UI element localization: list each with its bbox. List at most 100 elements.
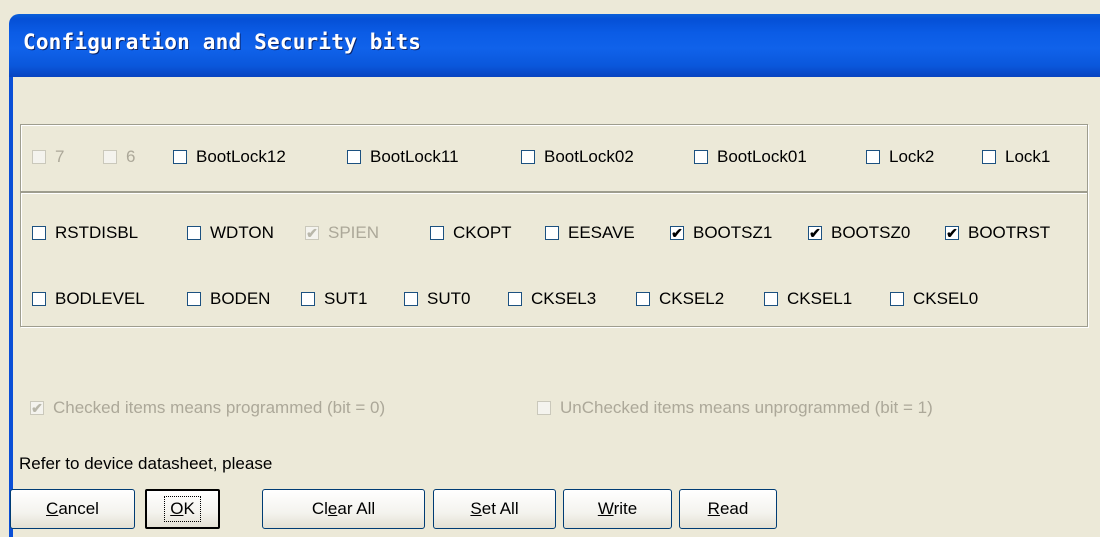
checkbox-box[interactable] — [347, 150, 361, 164]
checkbox-ckopt[interactable]: CKOPT — [430, 223, 512, 243]
button-label: Clear All — [312, 499, 375, 519]
write-button[interactable]: Write — [563, 489, 672, 529]
checkbox-sut0[interactable]: SUT0 — [404, 289, 470, 309]
checkbox-box-checked[interactable]: ✔ — [945, 226, 959, 240]
mnemonic: e — [327, 499, 338, 518]
checkbox-eesave[interactable]: EESAVE — [545, 223, 635, 243]
button-label: Write — [598, 499, 637, 519]
mnemonic: R — [707, 499, 720, 518]
checkbox-label: SUT0 — [427, 289, 471, 308]
checkbox-box-checked[interactable]: ✔ — [808, 226, 822, 240]
checkbox-label: BODLEVEL — [55, 289, 145, 308]
checkbox-label: BOOTRST — [968, 223, 1051, 242]
checkbox-label: 7 — [55, 147, 65, 166]
checkbox-label: BootLock01 — [717, 147, 807, 166]
ok-button[interactable]: OK — [145, 489, 220, 529]
checkbox-rstdisbl[interactable]: RSTDISBL — [32, 223, 138, 243]
checkbox-box[interactable] — [545, 226, 559, 240]
mnemonic: O — [170, 499, 184, 518]
checkbox-label: CKSEL2 — [659, 289, 725, 308]
checkbox-box[interactable] — [173, 150, 187, 164]
label-rest: ead — [719, 499, 749, 518]
checkbox-bootlock12[interactable]: BootLock12 — [173, 147, 286, 167]
checkbox-lock-bit6[interactable]: 6 — [103, 147, 135, 167]
checkbox-label: SPIEN — [328, 223, 380, 242]
checkbox-box[interactable] — [764, 292, 778, 306]
checkbox-label: EESAVE — [568, 223, 635, 242]
checkbox-bodlevel[interactable]: BODLEVEL — [32, 289, 145, 309]
checkbox-box-checked[interactable]: ✔ — [670, 226, 684, 240]
checkbox-label: BootLock11 — [370, 147, 459, 166]
checkbox-cksel2[interactable]: CKSEL2 — [636, 289, 724, 309]
checkbox-label: WDTON — [210, 223, 274, 242]
checkbox-lock-bit7[interactable]: 7 — [32, 147, 64, 167]
checkbox-box-checked[interactable]: ✔ — [305, 226, 319, 240]
checkbox-box[interactable] — [890, 292, 904, 306]
label-rest: rite — [613, 499, 638, 518]
checkbox-lock2[interactable]: Lock2 — [866, 147, 934, 167]
checkbox-box[interactable] — [694, 150, 708, 164]
checkbox-box[interactable] — [866, 150, 880, 164]
checkbox-bootsz0[interactable]: ✔ BOOTSZ0 — [808, 223, 910, 243]
checkbox-label: RSTDISBL — [55, 223, 139, 242]
checkbox-label: CKOPT — [453, 223, 512, 242]
checkbox-box[interactable] — [32, 292, 46, 306]
checkbox-bootsz1[interactable]: ✔ BOOTSZ1 — [670, 223, 772, 243]
window-frame-left — [9, 77, 13, 537]
label-rest: et All — [481, 499, 519, 518]
checkbox-label: SUT1 — [324, 289, 368, 308]
clear-all-button[interactable]: Clear All — [262, 489, 425, 529]
read-button[interactable]: Read — [679, 489, 777, 529]
title-bar[interactable]: Configuration and Security bits — [9, 14, 1100, 77]
checkbox-cksel3[interactable]: CKSEL3 — [508, 289, 596, 309]
checkbox-cksel1[interactable]: CKSEL1 — [764, 289, 852, 309]
checkbox-box[interactable] — [508, 292, 522, 306]
legend-unchecked-unprogrammed: UnChecked items means unprogrammed (bit … — [537, 398, 933, 418]
mnemonic: S — [470, 499, 482, 518]
dialog-window: Configuration and Security bits 7 6 Boot… — [0, 0, 1100, 537]
checkbox-box[interactable] — [636, 292, 650, 306]
checkbox-box[interactable] — [103, 150, 117, 164]
button-label: OK — [164, 496, 201, 522]
datasheet-hint: Refer to device datasheet, please — [19, 454, 273, 473]
checkbox-label: BOOTSZ1 — [693, 223, 773, 242]
label-rest: ar All — [337, 499, 376, 518]
mnemonic: C — [46, 499, 59, 518]
checkbox-box[interactable] — [982, 150, 996, 164]
checkbox-box[interactable] — [301, 292, 315, 306]
checkbox-lock1[interactable]: Lock1 — [982, 147, 1050, 167]
button-label: Read — [708, 499, 749, 519]
checkbox-bootlock02[interactable]: BootLock02 — [521, 147, 634, 167]
button-label: Set All — [470, 499, 518, 519]
checkbox-box[interactable] — [32, 226, 46, 240]
window-title: Configuration and Security bits — [23, 30, 422, 54]
button-label: Cancel — [46, 499, 99, 519]
checkbox-box: ✔ — [30, 400, 44, 416]
checkbox-box[interactable] — [187, 292, 201, 306]
checkbox-label: CKSEL1 — [787, 289, 853, 308]
label-rest: ancel — [58, 499, 99, 518]
checkbox-boden[interactable]: BODEN — [187, 289, 270, 309]
checkbox-label: Lock1 — [1005, 147, 1051, 166]
mnemonic: W — [597, 499, 614, 518]
checkbox-box[interactable] — [521, 150, 535, 164]
checkbox-cksel0[interactable]: CKSEL0 — [890, 289, 978, 309]
checkbox-wdton[interactable]: WDTON — [187, 223, 274, 243]
checkbox-bootlock11[interactable]: BootLock11 — [347, 147, 459, 167]
checkbox-sut1[interactable]: SUT1 — [301, 289, 367, 309]
legend-checked-label: Checked items means programmed (bit = 0) — [53, 398, 386, 417]
legend-checked-programmed: ✔ Checked items means programmed (bit = … — [30, 398, 385, 418]
cancel-button[interactable]: Cancel — [10, 489, 135, 529]
legend-unchecked-label: UnChecked items means unprogrammed (bit … — [560, 398, 933, 417]
checkbox-box[interactable] — [430, 226, 444, 240]
checkbox-label: Lock2 — [889, 147, 935, 166]
checkbox-box[interactable] — [404, 292, 418, 306]
checkbox-box[interactable] — [187, 226, 201, 240]
checkbox-bootlock01[interactable]: BootLock01 — [694, 147, 807, 167]
checkbox-box[interactable] — [32, 150, 46, 164]
set-all-button[interactable]: Set All — [433, 489, 556, 529]
checkbox-spien[interactable]: ✔ SPIEN — [305, 223, 379, 243]
checkbox-label: BootLock12 — [196, 147, 286, 166]
checkbox-bootrst[interactable]: ✔ BOOTRST — [945, 223, 1050, 243]
label-rest: K — [183, 499, 195, 518]
